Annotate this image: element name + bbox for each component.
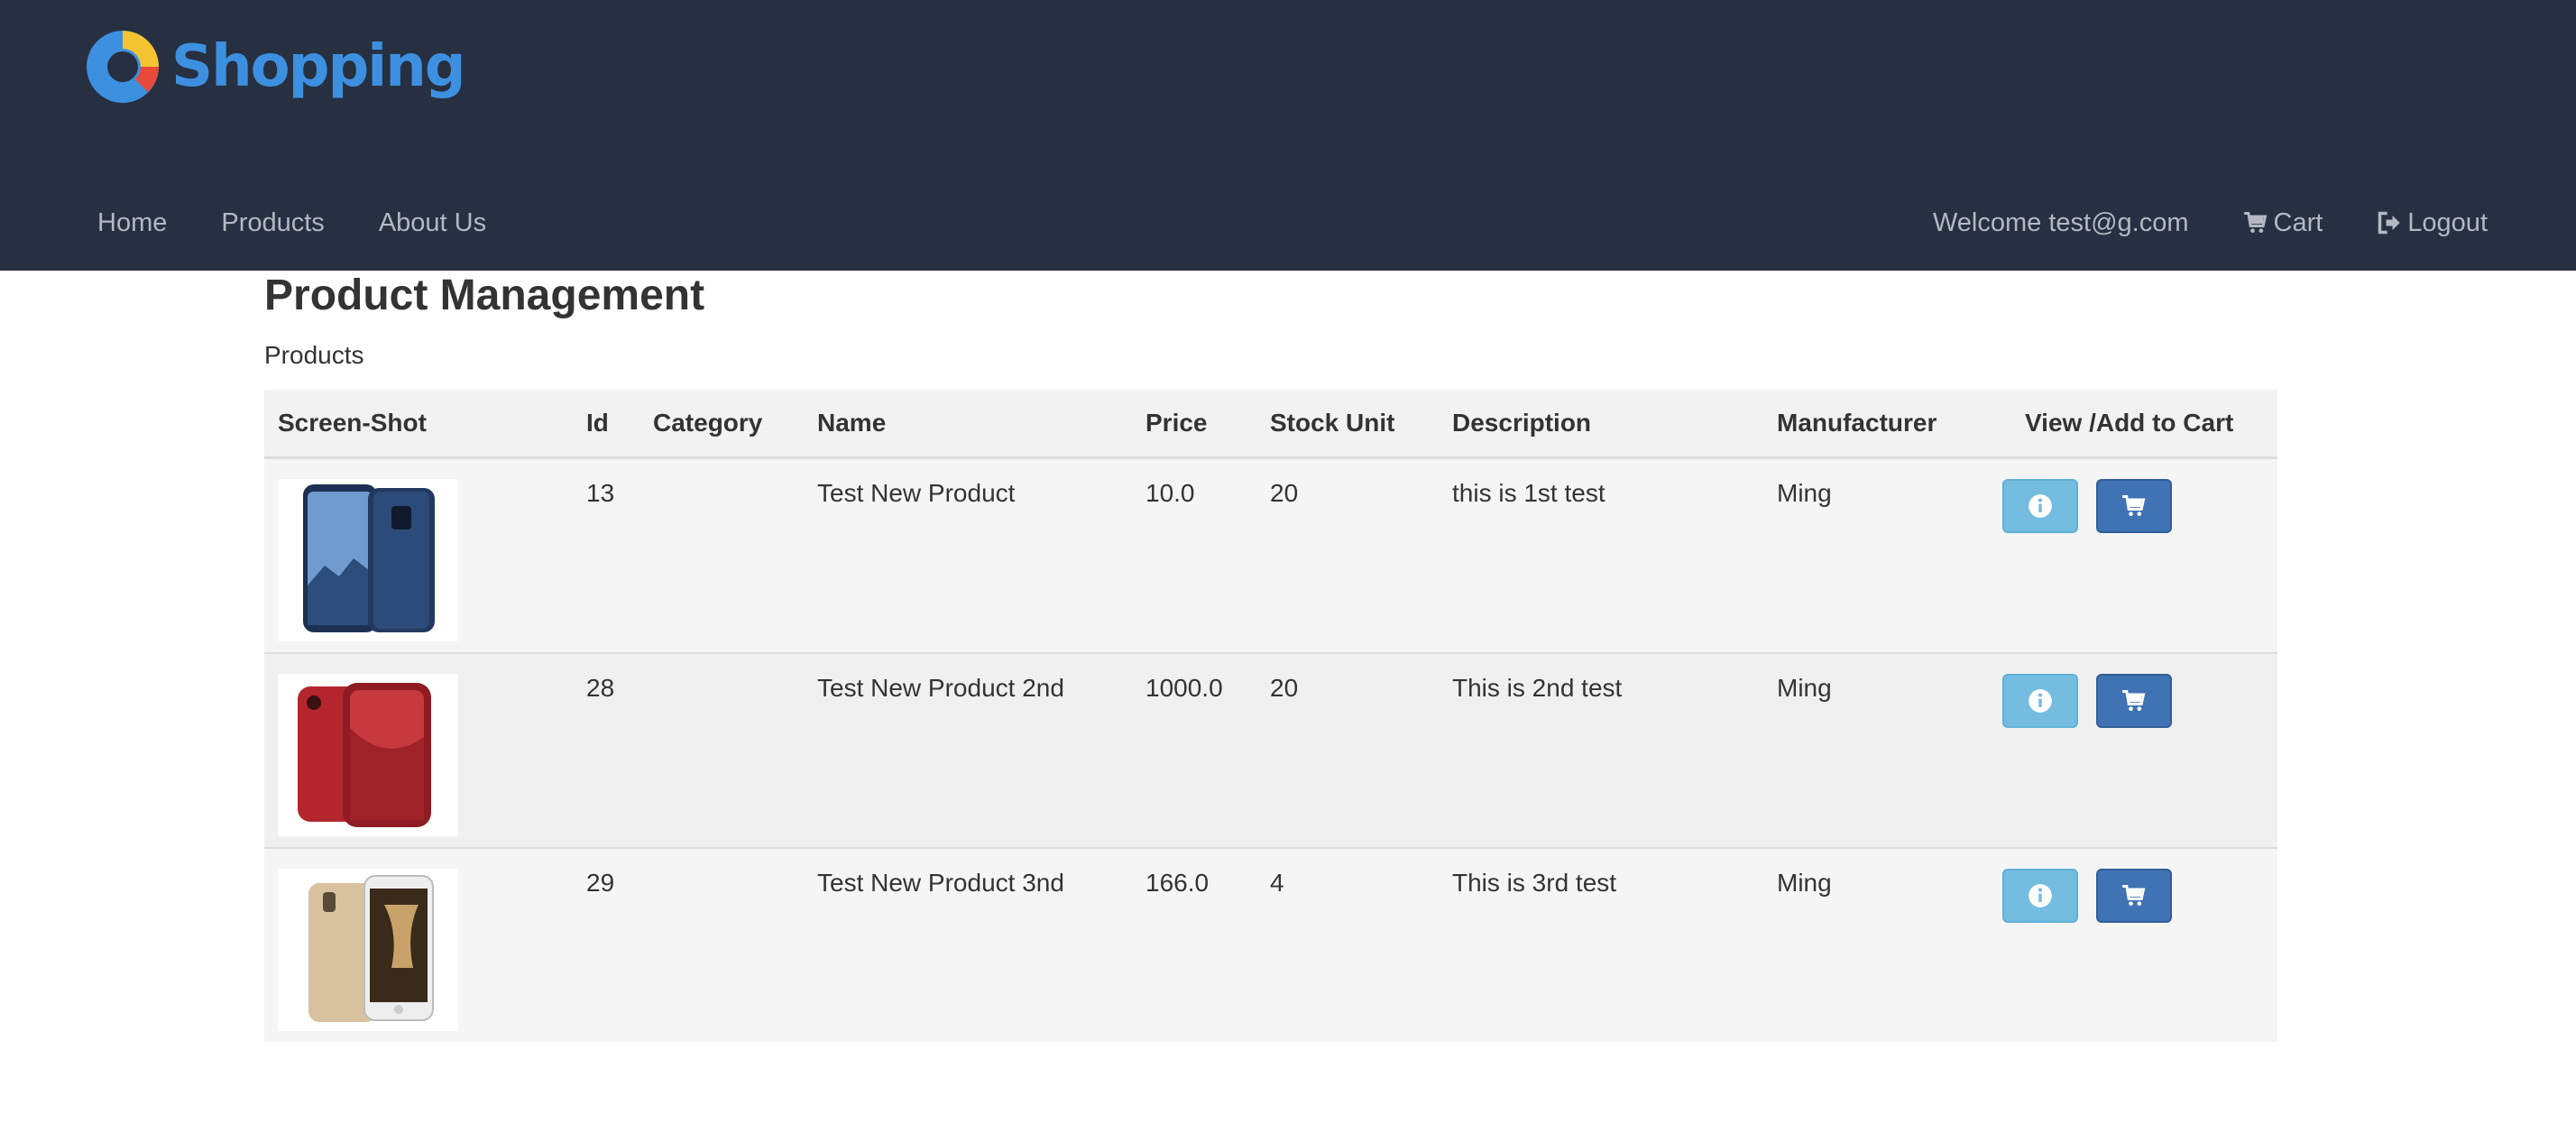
category-cell: [639, 652, 804, 848]
info-icon: [2029, 884, 2052, 907]
column-header: Category: [639, 390, 804, 459]
nav-cart-link[interactable]: Cart: [2243, 208, 2323, 238]
nav-about-link[interactable]: About Us: [379, 208, 486, 238]
info-icon: [2029, 494, 2052, 518]
screenshot-cell: [264, 652, 573, 848]
section-subtitle: Products: [264, 341, 364, 369]
main-nav: Home Products About Us: [97, 200, 540, 245]
description-cell: this is 1st test: [1439, 457, 1763, 653]
add-to-cart-button[interactable]: [2095, 674, 2172, 728]
name-cell: Test New Product 3nd: [804, 847, 1132, 1042]
category-cell: [639, 457, 804, 653]
cart-icon: [2121, 690, 2146, 712]
info-icon: [2029, 689, 2052, 713]
table-row: 28 Test New Product 2nd 1000.0 20 This i…: [264, 652, 2277, 848]
table-header-row: Screen-Shot Id Category Name Price Stock…: [264, 390, 2277, 459]
cart-icon: [2243, 212, 2267, 234]
actions-cell: [1989, 652, 2277, 848]
phone-blue-image: [278, 479, 458, 641]
column-header: Price: [1132, 390, 1256, 459]
screenshot-cell: [264, 457, 573, 653]
logo-icon: [87, 31, 159, 103]
table-row: 29 Test New Product 3nd 166.0 4 This is …: [264, 847, 2277, 1042]
stock-cell: 20: [1256, 652, 1439, 848]
manufacturer-cell: Ming: [1763, 652, 1989, 848]
name-cell: Test New Product: [804, 457, 1132, 653]
nav-home-link[interactable]: Home: [97, 208, 167, 238]
phone-red-image: [278, 674, 458, 836]
cart-icon: [2121, 495, 2146, 517]
view-button[interactable]: [2002, 869, 2078, 923]
table-row: 13 Test New Product 10.0 20 this is 1st …: [264, 457, 2277, 653]
column-header: Name: [804, 390, 1132, 459]
nav-cart-label: Cart: [2273, 207, 2323, 237]
top-header: Shopping Home Products About Us Welcome …: [0, 0, 2576, 271]
name-cell: Test New Product 2nd: [804, 652, 1132, 848]
id-cell: 29: [573, 847, 639, 1042]
add-to-cart-button[interactable]: [2095, 869, 2172, 923]
view-button[interactable]: [2002, 479, 2078, 533]
actions-cell: [1989, 847, 2277, 1042]
id-cell: 13: [573, 457, 639, 653]
description-cell: This is 3rd test: [1439, 847, 1763, 1042]
screenshot-cell: [264, 847, 573, 1042]
cart-icon: [2121, 885, 2146, 907]
view-button[interactable]: [2002, 674, 2078, 728]
products-table: Screen-Shot Id Category Name Price Stock…: [264, 390, 2277, 1042]
column-header: Manufacturer: [1763, 390, 1989, 459]
price-cell: 10.0: [1132, 457, 1256, 653]
logout-icon: [2378, 211, 2400, 235]
id-cell: 28: [573, 652, 639, 848]
description-cell: This is 2nd test: [1439, 652, 1763, 848]
page-title: Product Management: [264, 272, 705, 319]
welcome-text: Welcome test@g.com: [1932, 207, 2189, 237]
user-nav: Welcome test@g.com Cart Logout: [1933, 200, 2488, 245]
price-cell: 1000.0: [1132, 652, 1256, 848]
nav-products-link[interactable]: Products: [221, 208, 324, 238]
phone-gold-image: [278, 869, 458, 1031]
column-header: View /Add to Cart: [1989, 390, 2277, 459]
brand-name: Shopping: [171, 33, 466, 100]
category-cell: [639, 847, 804, 1042]
column-header: Screen-Shot: [264, 390, 573, 459]
column-header: Id: [573, 390, 639, 459]
column-header: Description: [1439, 390, 1763, 459]
stock-cell: 4: [1256, 847, 1439, 1042]
actions-cell: [1989, 457, 2277, 653]
logo[interactable]: Shopping: [85, 29, 466, 105]
manufacturer-cell: Ming: [1763, 847, 1989, 1042]
price-cell: 166.0: [1132, 847, 1256, 1042]
add-to-cart-button[interactable]: [2095, 479, 2172, 533]
stock-cell: 20: [1256, 457, 1439, 653]
column-header: Stock Unit: [1256, 390, 1439, 459]
nav-logout-label: Logout: [2407, 207, 2488, 237]
manufacturer-cell: Ming: [1763, 457, 1989, 653]
nav-logout-link[interactable]: Logout: [2377, 208, 2488, 238]
